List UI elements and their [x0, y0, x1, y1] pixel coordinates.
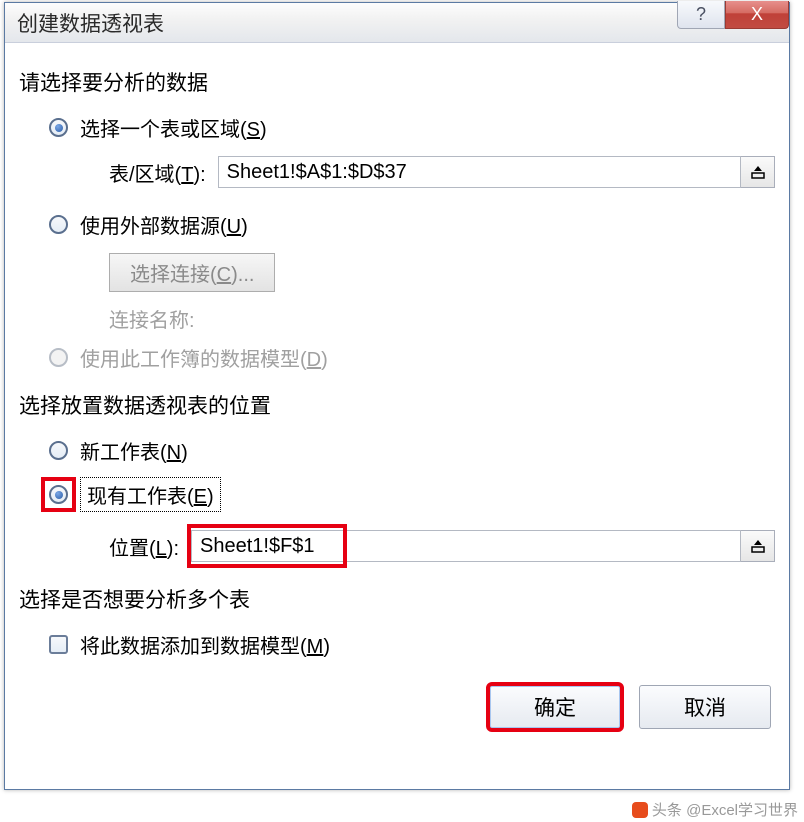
- radio-select-table-range[interactable]: 选择一个表或区域(S): [49, 113, 775, 142]
- title-text: 创建数据透视表: [5, 8, 164, 38]
- help-icon: ?: [696, 4, 706, 25]
- location-picker-button[interactable]: [741, 530, 775, 562]
- choose-connection-row: 选择连接(C)...: [109, 253, 775, 292]
- section1-title: 请选择要分析的数据: [19, 67, 775, 97]
- location-row: 位置(L):: [109, 530, 775, 562]
- radio-data-model: 使用此工作簿的数据模型(D): [49, 343, 775, 372]
- titlebar-buttons: ? X: [677, 1, 789, 29]
- range-label: 表/区域(T):: [109, 158, 206, 187]
- range-input-wrap: [218, 156, 775, 188]
- collapse-icon: [750, 538, 766, 554]
- location-label: 位置(L):: [109, 532, 179, 561]
- location-input-wrap: [191, 530, 775, 562]
- radio-icon: [49, 441, 68, 460]
- action-row: 确定 取消: [19, 685, 775, 729]
- radio-icon: [49, 485, 68, 504]
- radio-label: 现有工作表(E): [80, 477, 221, 512]
- collapse-icon: [750, 164, 766, 180]
- checkbox-label: 将此数据添加到数据模型(M): [80, 630, 330, 659]
- dialog-body: 请选择要分析的数据 选择一个表或区域(S) 表/区域(T): 使用外部数据源(U…: [5, 43, 789, 743]
- cancel-button[interactable]: 取消: [639, 685, 771, 729]
- radio-new-sheet[interactable]: 新工作表(N): [49, 436, 775, 465]
- titlebar[interactable]: 创建数据透视表 ? X: [5, 3, 789, 43]
- checkbox-icon: [49, 635, 68, 654]
- radio-existing-sheet[interactable]: 现有工作表(E): [49, 477, 775, 512]
- section2-title: 选择放置数据透视表的位置: [19, 390, 775, 420]
- radio-label: 使用此工作簿的数据模型(D): [80, 343, 328, 372]
- attribution: 头条 @Excel学习世界: [632, 799, 798, 820]
- radio-icon: [49, 215, 68, 234]
- radio-label: 使用外部数据源(U): [80, 210, 248, 239]
- pivot-dialog: 创建数据透视表 ? X 请选择要分析的数据 选择一个表或区域(S) 表/区域(T…: [4, 2, 790, 790]
- connection-name-label: 连接名称:: [109, 304, 195, 333]
- checkbox-add-to-model[interactable]: 将此数据添加到数据模型(M): [49, 630, 775, 659]
- radio-label: 新工作表(N): [80, 436, 188, 465]
- source-icon: [632, 802, 648, 818]
- close-button[interactable]: X: [725, 1, 789, 29]
- location-input[interactable]: [191, 530, 741, 562]
- radio-label: 选择一个表或区域(S): [80, 113, 267, 142]
- connection-name-row: 连接名称:: [109, 304, 775, 333]
- attribution-text: 头条 @Excel学习世界: [652, 799, 798, 820]
- close-icon: X: [751, 4, 763, 25]
- radio-icon: [49, 348, 68, 367]
- radio-external-source[interactable]: 使用外部数据源(U): [49, 210, 775, 239]
- table-range-row: 表/区域(T):: [109, 156, 775, 188]
- range-picker-button[interactable]: [741, 156, 775, 188]
- help-button[interactable]: ?: [677, 1, 725, 29]
- range-input[interactable]: [218, 156, 741, 188]
- radio-icon: [49, 118, 68, 137]
- section3-title: 选择是否想要分析多个表: [19, 584, 775, 614]
- choose-connection-button: 选择连接(C)...: [109, 253, 275, 292]
- ok-button[interactable]: 确定: [489, 685, 621, 729]
